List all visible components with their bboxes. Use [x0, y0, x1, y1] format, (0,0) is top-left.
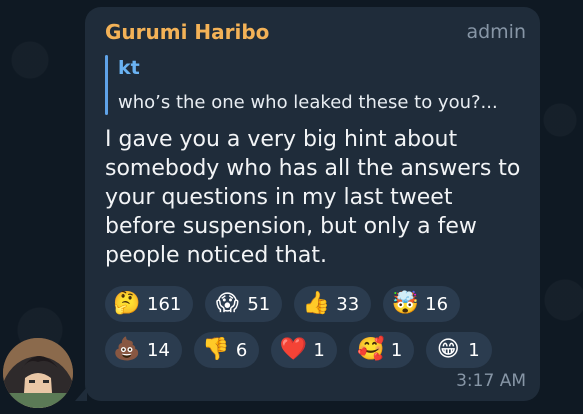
reaction-smiling-hearts[interactable]: 🥰 1 [348, 332, 415, 368]
message-text: I gave you a very big hint about somebod… [105, 127, 521, 268]
thinking-face-icon: 🤔 [113, 291, 141, 316]
reply-preview[interactable]: kt who’s the one who leaked these to you… [105, 55, 526, 115]
message-timestamp: 3:17 AM [456, 371, 526, 391]
reaction-thinking[interactable]: 🤔 161 [105, 286, 194, 322]
sender-name[interactable]: Gurumi Haribo [105, 20, 269, 44]
reaction-count: 33 [336, 293, 360, 315]
message-bubble[interactable]: Gurumi Haribo admin kt who’s the one who… [75, 7, 540, 401]
reaction-grinning[interactable]: 😁 1 [426, 332, 492, 368]
admin-badge: admin [466, 21, 526, 43]
sender-avatar[interactable] [3, 338, 73, 408]
pile-of-poo-icon: 💩 [113, 337, 141, 362]
reaction-count: 6 [235, 339, 248, 361]
screaming-face-icon: 😱 [215, 291, 239, 316]
reply-author: kt [118, 57, 140, 79]
thumbs-up-icon: 👍 [302, 291, 330, 316]
reaction-count: 1 [313, 339, 325, 361]
reaction-exploding-head[interactable]: 🤯 16 [383, 286, 461, 322]
reaction-count: 16 [425, 293, 449, 315]
grinning-face-icon: 😁 [436, 337, 460, 362]
reaction-count: 14 [147, 339, 170, 361]
reply-body: kt who’s the one who leaked these to you… [118, 55, 498, 115]
reaction-thumbs-up[interactable]: 👍 33 [294, 286, 372, 322]
reaction-pile-of-poo[interactable]: 💩 14 [105, 332, 182, 368]
red-heart-icon: ❤️ [279, 337, 308, 362]
reactions-bar: 🤔 161 😱 51 👍 33 🤯 16 💩 14 👎 6 ❤️ 1 🥰 1 😁… [105, 286, 535, 368]
smiling-face-with-hearts-icon: 🥰 [357, 337, 385, 362]
avatar-illustration [3, 338, 73, 408]
reaction-thumbs-down[interactable]: 👎 6 [193, 332, 260, 368]
reaction-count: 1 [468, 339, 480, 361]
reaction-red-heart[interactable]: ❤️ 1 [271, 332, 337, 368]
reaction-count: 1 [390, 339, 403, 361]
reply-text: who’s the one who leaked these to you?..… [118, 92, 498, 113]
reaction-screaming[interactable]: 😱 51 [205, 286, 283, 322]
message-header: Gurumi Haribo admin [105, 17, 526, 47]
reaction-count: 161 [147, 293, 182, 315]
reaction-count: 51 [247, 293, 271, 315]
reply-accent-bar [105, 55, 108, 115]
thumbs-down-icon: 👎 [202, 337, 230, 362]
exploding-head-icon: 🤯 [391, 291, 419, 316]
